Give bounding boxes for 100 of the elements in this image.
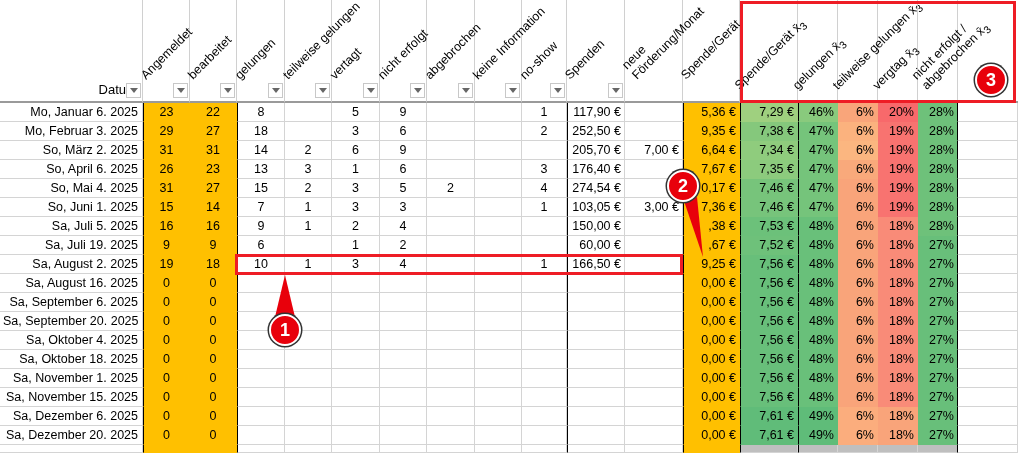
table-cell: 6% [838, 274, 878, 293]
table-cell: 0 [190, 331, 237, 350]
table-cell: 18% [878, 217, 918, 236]
table-cell: 16 [190, 217, 237, 236]
caret-icon [129, 88, 138, 93]
table-cell: 0,00 € [683, 350, 740, 369]
table-cell: 15 [143, 198, 190, 217]
table-cell: 0 [143, 426, 190, 445]
table-cell: 9 [143, 236, 190, 255]
table-cell: 27% [918, 236, 958, 255]
table-cell: 7,38 € [740, 122, 798, 141]
filter-button[interactable] [410, 83, 425, 98]
table-cell: 49% [798, 407, 838, 426]
table-cell: 18% [878, 407, 918, 426]
empty-cell [522, 350, 567, 369]
empty-cell [567, 274, 625, 293]
empty-cell [427, 426, 475, 445]
empty-cell [427, 274, 475, 293]
empty-cell [427, 350, 475, 369]
filter-button[interactable] [505, 83, 520, 98]
empty-cell [567, 331, 625, 350]
empty-cell [522, 217, 567, 236]
table-cell: 0,00 € [683, 331, 740, 350]
table-cell: 27% [918, 369, 958, 388]
table-cell: 6% [838, 331, 878, 350]
table-cell: 1 [332, 236, 380, 255]
table-cell: 48% [798, 331, 838, 350]
pointer-arrow [684, 197, 704, 257]
filter-button[interactable] [126, 83, 141, 98]
table-cell: 23 [190, 160, 237, 179]
table-cell: 103,05 € [567, 198, 625, 217]
table-cell: 18 [190, 255, 237, 274]
table-cell: 6 [380, 122, 427, 141]
table-cell: 1 [522, 255, 567, 274]
empty-cell [380, 388, 427, 407]
filter-button[interactable] [173, 83, 188, 98]
table-cell: 18% [878, 369, 918, 388]
empty-cell [475, 407, 522, 426]
table-cell: 19% [878, 160, 918, 179]
table-cell: 1 [522, 198, 567, 217]
table-cell: 2 [332, 217, 380, 236]
empty-cell [380, 369, 427, 388]
table-cell: 31 [190, 141, 237, 160]
table-cell: 27 [190, 179, 237, 198]
empty-cell [380, 426, 427, 445]
table-cell: 252,50 € [567, 122, 625, 141]
table-cell: 3 [332, 122, 380, 141]
table-cell: 6% [838, 217, 878, 236]
table-cell: 3 [380, 198, 427, 217]
table-cell: 0,00 € [683, 426, 740, 445]
table-cell: 0,00 € [683, 274, 740, 293]
empty-cell [567, 293, 625, 312]
table-cell: 0 [190, 293, 237, 312]
empty-cell [285, 407, 332, 426]
table-cell: 7,46 € [740, 198, 798, 217]
table-cell: 7,53 € [740, 217, 798, 236]
table-cell: 18% [878, 350, 918, 369]
table-cell: 2 [427, 179, 475, 198]
table-cell: 6% [838, 293, 878, 312]
table-cell: 48% [798, 350, 838, 369]
empty-cell [522, 426, 567, 445]
table-cell: 49% [798, 426, 838, 445]
empty-cell [332, 293, 380, 312]
table-cell: 6% [838, 141, 878, 160]
filter-button[interactable] [268, 83, 283, 98]
filter-button[interactable] [550, 83, 565, 98]
filter-button[interactable] [608, 83, 623, 98]
filter-button[interactable] [458, 83, 473, 98]
table-cell: 48% [798, 255, 838, 274]
filter-button[interactable] [363, 83, 378, 98]
table-cell: 0,00 € [683, 369, 740, 388]
table-cell: 47% [798, 179, 838, 198]
table-cell: ,67 € [683, 236, 740, 255]
table-cell: 274,54 € [567, 179, 625, 198]
empty-cell [380, 293, 427, 312]
table-cell: 18% [878, 274, 918, 293]
filter-button[interactable] [220, 83, 235, 98]
empty-cell [427, 217, 475, 236]
table-cell: 19% [878, 179, 918, 198]
empty-cell [522, 312, 567, 331]
filter-button[interactable] [315, 83, 330, 98]
empty-cell [380, 407, 427, 426]
empty-cell [475, 160, 522, 179]
table-cell: 6% [838, 369, 878, 388]
empty-cell [475, 217, 522, 236]
empty-cell [522, 141, 567, 160]
table-cell: 19% [878, 122, 918, 141]
table-cell: 166,50 € [567, 255, 625, 274]
table-cell: 27% [918, 255, 958, 274]
empty-cell [475, 350, 522, 369]
caret-icon [611, 88, 620, 93]
table-cell: 9 [190, 236, 237, 255]
empty-cell [285, 369, 332, 388]
table-cell: 2 [285, 141, 332, 160]
empty-cell [285, 122, 332, 141]
table-cell: 6% [838, 407, 878, 426]
table-cell: 27% [918, 350, 958, 369]
table-cell: 27% [918, 388, 958, 407]
table-cell: 14 [237, 141, 285, 160]
empty-cell [522, 331, 567, 350]
